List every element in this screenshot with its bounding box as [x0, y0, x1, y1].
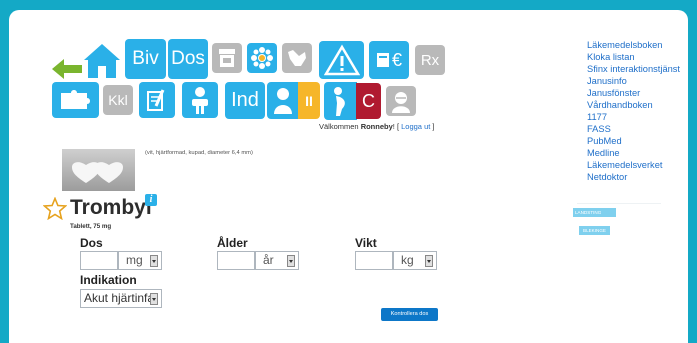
indikation-dropdown-arrow[interactable] [150, 293, 158, 305]
container-icon[interactable] [212, 43, 242, 73]
alder-input[interactable] [217, 251, 255, 270]
sidebar-link-1177[interactable]: 1177 [587, 112, 607, 123]
sidebar-link-janusfonster[interactable]: Janusfönster [587, 88, 640, 99]
indikation-select[interactable]: Akut hjärtinfa [80, 289, 162, 308]
dos-input[interactable] [80, 251, 118, 270]
c-button[interactable]: C [356, 83, 381, 119]
dos-unit-dropdown-arrow[interactable] [150, 255, 158, 267]
pregnancy-icon[interactable] [324, 82, 357, 120]
sidebar-divider [577, 203, 661, 204]
elderly-icon[interactable] [386, 86, 416, 116]
dos-label: Dos [80, 236, 103, 250]
sidebar-link-pubmed[interactable]: PubMed [587, 136, 622, 147]
price-button[interactable]: € [369, 41, 409, 79]
person-icon[interactable] [182, 82, 218, 118]
sidebar-link-kloka-listan[interactable]: Kloka listan [587, 52, 635, 63]
vikt-input[interactable] [355, 251, 393, 270]
pill-image [62, 149, 135, 191]
sidebar-link-lakemedelsverket[interactable]: Läkemedelsverket [587, 160, 662, 171]
puzzle-icon[interactable] [52, 82, 99, 118]
indikation-value: Akut hjärtinfa [84, 291, 155, 305]
welcome-close: ] [430, 122, 435, 131]
sidebar-link-vardhandboken[interactable]: Vårdhandboken [587, 100, 653, 111]
back-arrow-icon[interactable] [52, 57, 84, 81]
vikt-unit-select[interactable]: kg [393, 251, 437, 270]
drug-name: Trombyl [70, 196, 152, 219]
biv-button[interactable]: Biv [125, 39, 166, 79]
ind-button[interactable]: Ind [225, 82, 265, 119]
dos-unit-value: mg [126, 253, 143, 267]
alder-label: Ålder [217, 236, 248, 250]
home-icon[interactable] [83, 42, 121, 80]
kkl-button[interactable]: Kkl [103, 85, 133, 115]
logout-link[interactable]: Logga ut [401, 122, 430, 131]
sidebar-link-medline[interactable]: Medline [587, 148, 620, 159]
indikation-label: Indikation [80, 273, 137, 287]
welcome-text: Välkommen Ronneby! [ Logga ut ] [319, 122, 435, 131]
main-panel: Biv Dos € Rx Kkl Ind II C Välkommen Ronn… [9, 10, 688, 343]
alder-unit-select[interactable]: år [255, 251, 299, 270]
kontrollera-dos-button[interactable]: Kontrollera dos [381, 308, 438, 321]
dos-unit-select[interactable]: mg [118, 251, 162, 270]
euro-label: € [391, 49, 402, 70]
username: Ronneby [360, 122, 393, 131]
allergen-icon[interactable] [247, 43, 277, 73]
star-icon[interactable] [42, 196, 68, 221]
dos-button[interactable]: Dos [168, 39, 208, 79]
sidebar-link-lakemedelsboken[interactable]: Läkemedelsboken [587, 40, 662, 51]
vikt-unit-dropdown-arrow[interactable] [425, 255, 433, 267]
warning-icon[interactable] [319, 41, 364, 79]
sidebar-link-fass[interactable]: FASS [587, 124, 611, 135]
rx-button[interactable]: Rx [415, 45, 445, 75]
child-icon[interactable] [267, 82, 299, 119]
welcome-prefix: Välkommen [319, 122, 361, 131]
sidebar-link-janusinfo[interactable]: Janusinfo [587, 76, 627, 87]
alder-unit-dropdown-arrow[interactable] [287, 255, 295, 267]
pill-description: (vit, hjärtformad, kupad, diameter 6,4 m… [145, 150, 253, 156]
info-icon[interactable]: i [145, 194, 157, 206]
drug-form: Tablett, 75 mg [70, 223, 112, 230]
pause-button[interactable]: II [298, 82, 320, 119]
blekinge-badge: BLEKINGE [579, 226, 610, 235]
document-edit-icon[interactable] [139, 82, 175, 118]
animal-icon[interactable] [282, 43, 312, 73]
landsting-badge: LANDSTING [573, 208, 616, 217]
sidebar-link-netdoktor[interactable]: Netdoktor [587, 172, 627, 183]
welcome-suffix: ! [ [392, 122, 402, 131]
sidebar-link-sfinx[interactable]: Sfinx interaktionstjänst [587, 64, 680, 75]
vikt-unit-value: kg [401, 253, 414, 267]
vikt-label: Vikt [355, 236, 377, 250]
alder-unit-value: år [263, 253, 274, 267]
